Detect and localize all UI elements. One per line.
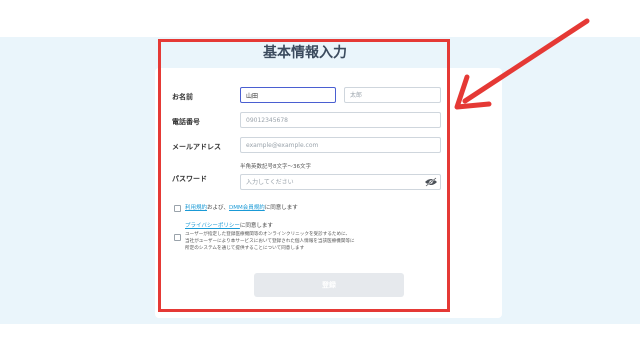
highlight-box [158, 39, 450, 312]
arrow-icon [454, 18, 590, 110]
